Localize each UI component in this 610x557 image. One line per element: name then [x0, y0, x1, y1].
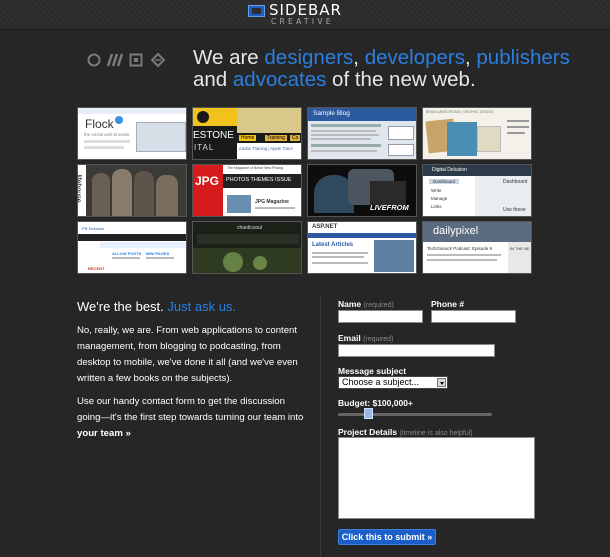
email-hint: (required)	[363, 336, 394, 343]
intro-heading-b[interactable]: Just ask us.	[167, 299, 236, 314]
thumb-label: BRIAN ARMSTRONG | GRAPHIC DESIGN	[426, 110, 494, 114]
thumb-foot: RECENT	[88, 266, 105, 271]
thumb-head: Latest Articles	[312, 242, 354, 248]
thumb-mag: The Magazine of Brave New Photog	[227, 166, 284, 170]
portfolio-thumb-pr-delusion[interactable]: PR Delusion ALLOW POSTS MINI PAGES RECEN…	[77, 221, 187, 274]
thumb-side: IN THE NE	[510, 246, 530, 251]
thumb-title: JPG Magazine	[255, 199, 289, 205]
intro-heading-a: We're the best.	[77, 299, 164, 314]
budget-label: Budget: $100,000+	[338, 398, 413, 408]
thumb-label: chaoticsoul	[237, 225, 263, 231]
thumb-menu-item: Write	[431, 188, 442, 193]
portfolio-thumb-aspnet[interactable]: ASP.NET Latest Articles	[307, 221, 417, 274]
thumb-label: ASP.NET	[312, 224, 338, 230]
thumb-sub: the social web browser	[84, 132, 130, 137]
subject-select[interactable]: Choose a subject...	[338, 376, 448, 389]
portfolio-thumb-digital-delusion[interactable]: Digital Delusion Dashboard Write Manage …	[422, 164, 532, 217]
intro-heading: We're the best. Just ask us.	[77, 299, 236, 314]
thumb-label: JPG	[195, 174, 220, 188]
email-label: Email (required)	[338, 333, 393, 343]
chevron-down-icon	[437, 378, 446, 387]
intro-paragraph-1: No, really, we are. From web application…	[77, 325, 298, 384]
thumb-label: Sample Blog	[313, 110, 350, 117]
thumb-label: Digital Delusion	[432, 167, 467, 173]
portfolio-thumb-livefrom[interactable]: LIVEFROM	[307, 164, 417, 217]
details-hint: (timeline is also helpful)	[399, 430, 473, 437]
thumb-label: Flock	[85, 117, 114, 131]
hero-text: We are	[193, 46, 265, 69]
thumb-sub: TechGanack Podcast: Episode 9	[427, 246, 493, 251]
column-divider	[320, 296, 321, 557]
thumb-col: MINI PAGES	[146, 251, 170, 256]
intro-text-bold: your	[77, 428, 98, 439]
portfolio-thumb-lifehouse[interactable]: lifehouse	[77, 164, 187, 217]
phone-label: Phone #	[431, 299, 464, 309]
portfolio-thumb-estone[interactable]: ESTONE ITAL Home Training Co Adobe Train…	[192, 107, 302, 160]
name-label: Name (required)	[338, 299, 394, 309]
thumb-side: Dashboard	[503, 179, 528, 185]
thumb-tab: Home	[239, 135, 257, 141]
site-header: SIDEBAR CREATIVE	[0, 0, 610, 30]
phone-field[interactable]	[431, 310, 516, 323]
intro-paragraph-2: Use our handy contact form to get the di…	[77, 394, 309, 442]
hero-icons	[87, 52, 177, 68]
thumb-side: Use these	[503, 207, 526, 213]
hero-text: of the new web.	[326, 68, 476, 91]
intro-text: Use our handy contact form to get the di…	[77, 396, 304, 423]
thumb-nav: PHOTOS THEMES ISSUE	[226, 177, 292, 183]
portfolio-thumb-dailypixel[interactable]: dailypixel TechGanack Podcast: Episode 9…	[422, 221, 532, 274]
thumb-menu-item: Links	[431, 204, 442, 209]
thumb-col: ALLOW POSTS	[112, 251, 142, 256]
hero-text: ,	[465, 46, 477, 69]
hero-word-designers: designers	[264, 46, 354, 69]
thumb-menu-item: Dashboard	[429, 179, 460, 184]
thumb-label: LIVEFROM	[370, 203, 409, 212]
subject-label: Message subject	[338, 366, 407, 376]
hero-word-developers: developers	[364, 46, 465, 69]
thumb-label: PR Delusion	[82, 226, 105, 231]
stripes-icon	[106, 52, 124, 67]
hero-text: ,	[353, 46, 365, 69]
intro-team-link[interactable]: team »	[98, 428, 130, 439]
thumb-tab: Co	[290, 135, 301, 141]
hero-word-publishers: publishers	[476, 46, 570, 69]
site-logo[interactable]: SIDEBAR CREATIVE	[248, 2, 368, 26]
hero-title: We are designers, developers, publishers…	[193, 47, 593, 91]
thumb-label: dailypixel	[433, 225, 479, 237]
email-field[interactable]	[338, 344, 495, 357]
name-hint: (required)	[363, 302, 394, 309]
hero-word-advocates: advocates	[232, 68, 327, 91]
thumb-label: ESTONE	[193, 130, 234, 141]
portfolio-thumb-brian-armstrong[interactable]: BRIAN ARMSTRONG | GRAPHIC DESIGN	[422, 107, 532, 160]
phone-label-text: Phone #	[431, 299, 465, 309]
details-textarea[interactable]	[338, 437, 535, 519]
budget-slider-handle[interactable]	[364, 408, 373, 419]
thumb-tab: Training	[265, 135, 287, 141]
hero-text: and	[193, 68, 233, 91]
logo-word: SIDEBAR	[269, 1, 342, 19]
square-icon	[129, 52, 143, 67]
name-field[interactable]	[338, 310, 423, 323]
portfolio-thumb-jpg[interactable]: The Magazine of Brave New Photog JPG PHO…	[192, 164, 302, 217]
thumb-menu-item: Manage	[431, 196, 448, 201]
thumb-label: lifehouse	[77, 174, 82, 203]
email-label-text: Email	[338, 333, 361, 343]
thumb-sub: ITAL	[194, 143, 215, 152]
portfolio-thumb-chaoticsoul[interactable]: chaoticsoul	[192, 221, 302, 274]
thumb-links: Adobe Training | Apple Traini	[239, 146, 293, 151]
name-label-text: Name	[338, 299, 362, 309]
logo-subtitle: CREATIVE	[271, 17, 334, 26]
submit-button[interactable]: Click this to submit »	[338, 529, 436, 545]
details-label-text: Project Details	[338, 427, 398, 437]
subject-select-value: Choose a subject...	[342, 377, 420, 387]
details-label: Project Details (timeline is also helpfu…	[338, 427, 473, 437]
portfolio-thumb-flock[interactable]: Flock the social web browser	[77, 107, 187, 160]
portfolio-thumb-sample-blog[interactable]: Sample Blog	[307, 107, 417, 160]
portfolio-grid: Flock the social web browser ESTONE ITAL…	[77, 107, 533, 277]
circle-icon	[87, 52, 101, 67]
budget-slider-track[interactable]	[338, 413, 492, 416]
logo-mark-icon	[248, 5, 265, 17]
diamond-icon	[150, 52, 166, 68]
